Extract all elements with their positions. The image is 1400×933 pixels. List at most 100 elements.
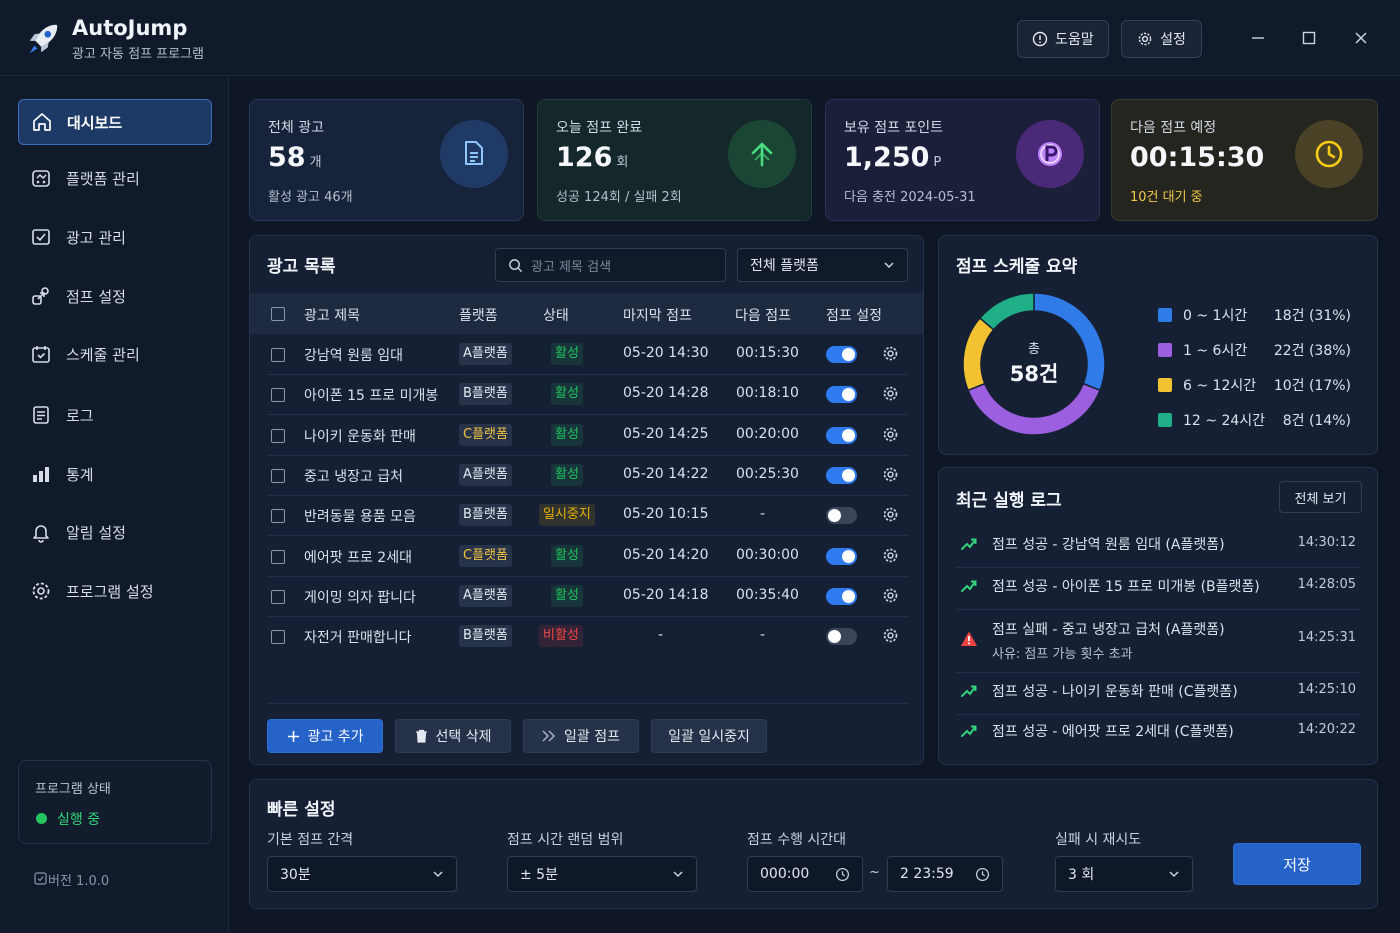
app-title: AutoJump [72, 16, 188, 40]
table-row[interactable]: 에어팟 프로 2세대 C플랫폼 활성 05-20 14:20 00:30:00 [250, 536, 923, 577]
log-text: 점프 실패 - 중고 냉장고 급처 (A플랫폼) [992, 622, 1225, 638]
sidebar-item-2[interactable]: 광고 관리 [18, 214, 212, 260]
settings-button[interactable]: 설정 [1121, 20, 1202, 58]
retry-value: 3 회 [1068, 867, 1095, 883]
table-row[interactable]: 반려동물 용품 모음 B플랫폼 일시중지 05-20 10:15 - [250, 495, 923, 537]
minimize-button[interactable] [1246, 26, 1270, 50]
bulk-pause-button[interactable]: 일괄 일시중지 [651, 719, 767, 753]
table-row[interactable]: 나이키 운동화 판매 C플랫폼 활성 05-20 14:25 00:20:00 [250, 415, 923, 456]
sidebar-item-label: 통계 [66, 465, 94, 484]
row-settings-gear-icon[interactable] [882, 426, 899, 443]
log-sub-text: 사유: 점프 가능 횟수 초과 [992, 647, 1133, 662]
status-badge: 활성 [551, 544, 583, 567]
schedule-summary-panel: 점프 스케줄 요약 총 58건 0 ~ 1시간 18건 (31%) 1 ~ 6시간 2… [938, 235, 1378, 455]
row-title: 게이밍 의자 팝니다 [304, 589, 416, 606]
time-end-input[interactable]: 2 23:59 [887, 856, 1003, 892]
add-ad-button[interactable]: 광고 추가 [267, 719, 383, 753]
ad-icon [32, 229, 50, 245]
row-checkbox[interactable] [271, 388, 285, 403]
sidebar-item-8[interactable]: 프로그램 설정 [18, 568, 212, 614]
row-settings-gear-icon[interactable] [882, 547, 899, 564]
interval-select[interactable]: 30분 [267, 856, 457, 892]
sidebar-item-5[interactable]: 로그 [18, 392, 212, 438]
version-icon [34, 872, 47, 885]
row-settings-gear-icon[interactable] [882, 587, 899, 604]
jump-toggle[interactable] [826, 628, 857, 646]
platform-badge: B플랫폼 [459, 504, 512, 527]
row-checkbox[interactable] [271, 630, 285, 645]
save-settings-button[interactable]: 저장 [1233, 843, 1361, 885]
time-start-input[interactable]: 000:00 [747, 856, 863, 892]
chevron-down-icon [433, 871, 443, 878]
row-checkbox[interactable] [271, 348, 285, 362]
retry-select[interactable]: 3 회 [1055, 856, 1193, 892]
jump-toggle[interactable] [826, 547, 857, 565]
row-checkbox[interactable] [271, 468, 285, 483]
table-row[interactable]: 게이밍 의자 팝니다 A플랫폼 활성 05-20 14:18 00:35:40 [250, 576, 923, 617]
success-arrow-icon [961, 580, 977, 592]
row-checkbox[interactable] [271, 509, 285, 524]
maximize-button[interactable] [1297, 26, 1321, 50]
ad-search-input[interactable]: 광고 제목 검색 [495, 248, 726, 282]
log-time: 14:30:12 [1297, 535, 1356, 550]
stat-unit: 회 [616, 155, 629, 170]
legend-swatch [1158, 308, 1172, 322]
sidebar-item-label: 광고 관리 [66, 228, 126, 247]
row-next-jump: 00:30:00 [736, 546, 799, 563]
jump-toggle[interactable] [826, 346, 857, 363]
gear-icon [32, 582, 50, 600]
delete-selected-button[interactable]: 선택 삭제 [395, 719, 511, 753]
success-arrow-icon [961, 725, 977, 737]
row-checkbox[interactable] [271, 589, 285, 604]
sidebar-item-4[interactable]: 스케줄 관리 [18, 331, 212, 377]
legend-value: 8건 (14%) [1282, 413, 1351, 429]
jump-icon [32, 287, 49, 305]
logs-title: 최근 실행 로그 [956, 491, 1062, 511]
donut-segment-3 [978, 292, 1035, 331]
sidebar-item-1[interactable]: 플랫폼 관리 [18, 155, 212, 201]
bulk-pause-label: 일괄 일시중지 [668, 729, 750, 745]
sidebar-item-3[interactable]: 점프 설정 [18, 273, 212, 319]
help-button[interactable]: 도움말 [1017, 20, 1109, 58]
stat-sub: 10건 대기 중 [1130, 190, 1203, 205]
jump-toggle[interactable] [826, 507, 857, 525]
row-last-jump: 05-20 14:28 [623, 385, 709, 402]
row-settings-gear-icon[interactable] [882, 466, 899, 483]
platform-badge: B플랫폼 [459, 625, 512, 648]
sidebar-item-7[interactable]: 알림 설정 [18, 509, 212, 555]
stat-label: 오늘 점프 완료 [556, 120, 643, 136]
col-status: 상태 [543, 308, 569, 324]
chevron-down-icon [673, 871, 683, 878]
row-checkbox[interactable] [271, 549, 285, 564]
jump-toggle[interactable] [826, 426, 857, 444]
view-all-logs-button[interactable]: 전체 보기 [1279, 481, 1362, 513]
jump-toggle[interactable] [826, 587, 857, 605]
row-settings-gear-icon[interactable] [882, 345, 899, 362]
jump-toggle[interactable] [826, 466, 857, 484]
table-row[interactable]: 자전거 판매합니다 B플랫폼 비활성 - - [250, 616, 923, 656]
platform-filter-select[interactable]: 전체 플랫폼 [737, 248, 908, 282]
row-settings-gear-icon[interactable] [882, 385, 899, 402]
table-row[interactable]: 강남역 원룸 임대 A플랫폼 활성 05-20 14:30 00:15:30 [250, 334, 923, 375]
select-all-checkbox[interactable] [271, 307, 285, 321]
legend-value: 22건 (38%) [1273, 343, 1351, 359]
sidebar-item-0[interactable]: 대시보드 [18, 99, 212, 145]
table-row[interactable]: 아이폰 15 프로 미개봉 B플랫폼 활성 05-20 14:28 00:18:10 [250, 374, 923, 416]
jump-toggle[interactable] [826, 386, 857, 404]
random-range-select[interactable]: ± 5분 [507, 856, 697, 892]
sidebar-item-6[interactable]: 통계 [18, 451, 212, 497]
row-settings-gear-icon[interactable] [882, 627, 899, 644]
sidebar-item-label: 대시보드 [67, 113, 123, 132]
time-range-label: 점프 수행 시간대 [747, 832, 847, 848]
donut-center-label: 총 [1028, 342, 1040, 357]
table-row[interactable]: 중고 냉장고 급처 A플랫폼 활성 05-20 14:22 00:25:30 [250, 455, 923, 496]
row-checkbox[interactable] [271, 428, 285, 443]
bulk-jump-button[interactable]: 일괄 점프 [523, 719, 639, 753]
close-button[interactable] [1349, 26, 1373, 50]
row-settings-gear-icon[interactable] [882, 506, 899, 523]
maximize-icon [1302, 31, 1316, 45]
platform-badge: A플랫폼 [459, 584, 512, 607]
row-next-jump: 00:25:30 [736, 465, 799, 482]
log-time: 14:28:05 [1297, 577, 1356, 592]
interval-label: 기본 점프 간격 [267, 832, 354, 848]
